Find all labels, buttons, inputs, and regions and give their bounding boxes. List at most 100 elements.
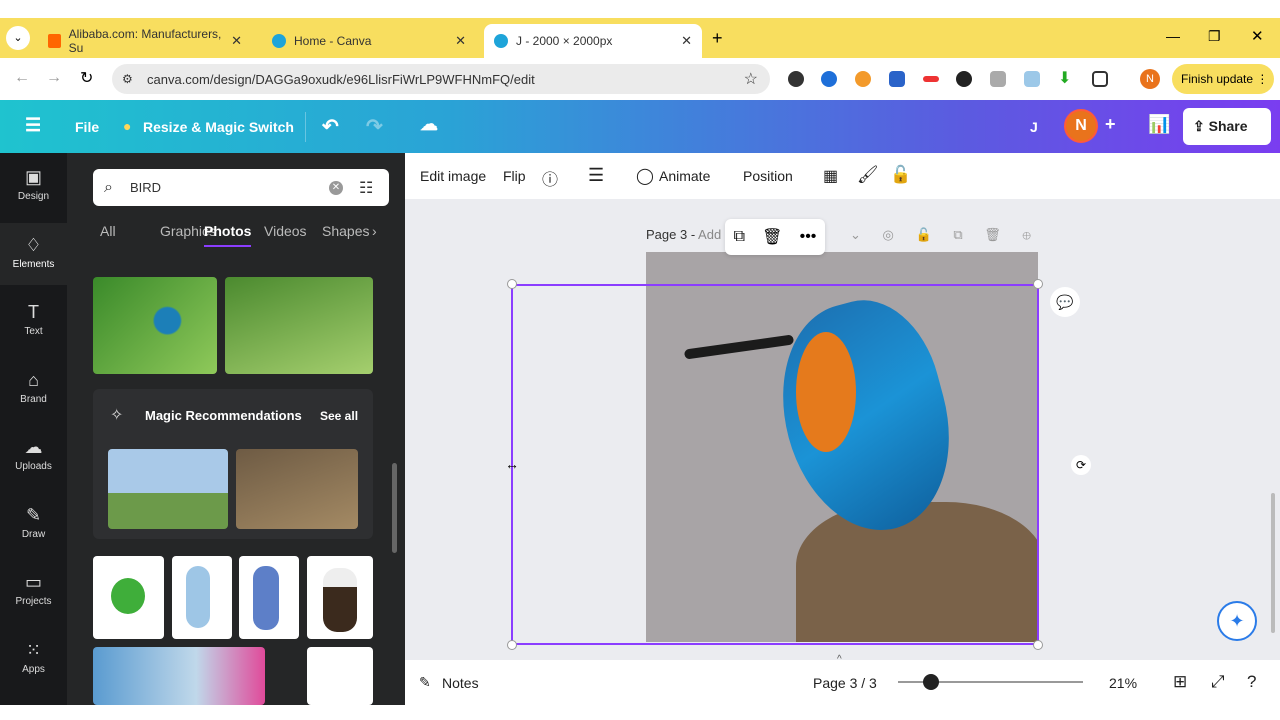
help-icon[interactable]: ? xyxy=(1247,672,1256,692)
info-icon[interactable]: ⓘ xyxy=(542,166,558,190)
add-collaborator-icon[interactable]: + xyxy=(1105,114,1116,135)
rail-apps[interactable]: ⁙ Apps xyxy=(0,628,67,690)
rail-draw[interactable]: ✎ Draw xyxy=(0,493,67,555)
finish-update-button[interactable]: Finish update ⋮ xyxy=(1172,64,1274,94)
bookmark-star-icon[interactable]: ☆ xyxy=(744,69,758,89)
photo-blue-jay[interactable] xyxy=(239,556,299,639)
see-all-link[interactable]: See all xyxy=(320,409,358,423)
zoom-slider-knob[interactable] xyxy=(923,674,940,690)
chevron-right-icon[interactable]: › xyxy=(372,223,377,239)
extension-icon[interactable] xyxy=(855,71,871,87)
comment-icon[interactable]: 💬 xyxy=(1050,287,1080,317)
rail-uploads[interactable]: ☁ Uploads xyxy=(0,425,67,487)
resize-handle[interactable] xyxy=(507,279,517,289)
extension-icon[interactable] xyxy=(1024,71,1040,87)
forward-icon[interactable]: → xyxy=(46,69,62,87)
photo-eagle[interactable] xyxy=(307,556,373,639)
reload-icon[interactable]: ↻ xyxy=(80,68,93,88)
menu-icon[interactable]: ☰ xyxy=(25,115,41,136)
back-icon[interactable]: ← xyxy=(14,69,30,87)
rail-design[interactable]: ▣ Design xyxy=(0,155,67,217)
notes-button[interactable]: Notes xyxy=(442,675,479,691)
photo-budgie[interactable] xyxy=(172,556,232,639)
resize-handle[interactable] xyxy=(507,640,517,650)
zoom-level[interactable]: 21% xyxy=(1109,675,1137,691)
fullscreen-icon[interactable]: ⤢ xyxy=(1211,672,1225,692)
tab-list-button[interactable]: ⌄ xyxy=(6,26,30,50)
magic-assistant-button[interactable]: ✦ xyxy=(1217,601,1257,641)
lock-page-icon[interactable]: 🔓 xyxy=(916,227,932,242)
extension-icon[interactable] xyxy=(788,71,804,87)
delete-icon[interactable]: 🗑 xyxy=(762,227,782,247)
site-info-icon[interactable]: ⚙ xyxy=(122,72,133,86)
photo-birds-on-branch[interactable] xyxy=(225,277,373,374)
close-tab-icon[interactable]: ✕ xyxy=(455,33,466,49)
resize-handle[interactable] xyxy=(1033,640,1043,650)
add-page-icon[interactable]: ⊕ xyxy=(1022,227,1030,242)
redo-icon[interactable]: ↷ xyxy=(366,114,383,139)
extension-icon[interactable] xyxy=(889,71,905,87)
page-title[interactable]: Page 3 - Add xyxy=(646,227,721,242)
chevron-down-icon[interactable]: ⌄ xyxy=(850,227,861,242)
edit-image-button[interactable]: Edit image xyxy=(420,168,486,184)
position-button[interactable]: Position xyxy=(743,168,793,184)
copy-style-icon[interactable]: 🖌 xyxy=(857,165,879,185)
flip-button[interactable]: Flip xyxy=(503,168,526,184)
tab-home-canva[interactable]: Home - Canva ✕ xyxy=(262,24,476,58)
restore-button[interactable]: ❐ xyxy=(1208,28,1221,45)
rail-projects[interactable]: ▭ Projects xyxy=(0,560,67,622)
extensions-puzzle-icon[interactable] xyxy=(1092,71,1108,87)
border-style-icon[interactable]: ☰ xyxy=(588,165,604,186)
file-menu[interactable]: File xyxy=(75,119,99,135)
rail-brand[interactable]: ⌂ Brand xyxy=(0,358,67,420)
resize-magic-switch-button[interactable]: Resize & Magic Switch xyxy=(143,119,294,135)
user-avatar[interactable]: N xyxy=(1064,109,1098,143)
new-tab-button[interactable]: + xyxy=(712,28,723,49)
photo-hummingbird[interactable] xyxy=(93,647,265,705)
tab-design[interactable]: J - 2000 × 2000px ✕ xyxy=(484,24,702,58)
tab-alibaba[interactable]: Alibaba.com: Manufacturers, Su ✕ xyxy=(38,24,252,58)
photo-cockatoo[interactable] xyxy=(307,647,373,705)
hide-page-icon[interactable]: ◎ xyxy=(883,227,894,242)
photo-fox[interactable] xyxy=(236,449,358,529)
minimize-button[interactable]: — xyxy=(1166,28,1180,44)
canvas-scrollbar[interactable] xyxy=(1271,493,1275,633)
selection-box[interactable] xyxy=(511,284,1039,645)
grid-view-icon[interactable]: ⊞ xyxy=(1173,672,1187,692)
extension-icon[interactable] xyxy=(923,76,939,82)
tab-all[interactable]: All xyxy=(100,223,116,239)
close-window-button[interactable]: ✕ xyxy=(1251,27,1264,45)
close-tab-icon[interactable]: ✕ xyxy=(231,33,242,49)
duplicate-page-icon[interactable]: ⧉ xyxy=(953,227,962,242)
lock-icon[interactable]: 🔓 xyxy=(890,165,911,185)
rail-elements[interactable]: ♢ Elements xyxy=(0,223,67,285)
resize-handle[interactable] xyxy=(1033,279,1043,289)
analytics-icon[interactable]: 📊 xyxy=(1148,114,1170,135)
photo-green-parrot[interactable] xyxy=(93,556,164,639)
search-input[interactable]: ⌕ BIRD ✕ ☷ xyxy=(93,169,389,206)
extension-icon[interactable] xyxy=(821,71,837,87)
share-button[interactable]: ⇪ Share xyxy=(1183,108,1271,145)
delete-page-icon[interactable]: 🗑 xyxy=(984,227,1001,242)
animate-button[interactable]: Animate xyxy=(659,168,710,184)
panel-scrollbar[interactable] xyxy=(392,463,397,553)
transparency-icon[interactable]: ▦ xyxy=(823,166,838,186)
url-field[interactable]: ⚙ canva.com/design/DAGGa9oxudk/e96LlisrFi… xyxy=(112,64,770,94)
user-initial[interactable]: J xyxy=(1030,119,1038,135)
more-icon[interactable]: ••• xyxy=(800,228,817,246)
show-pages-chevron-icon[interactable]: ^ xyxy=(837,654,842,665)
rail-text[interactable]: T Text xyxy=(0,290,67,352)
extension-icon[interactable] xyxy=(990,71,1006,87)
extension-icon[interactable] xyxy=(956,71,972,87)
tab-shapes[interactable]: Shapes xyxy=(322,223,369,239)
filter-icon[interactable]: ☷ xyxy=(359,178,373,198)
cloud-saved-icon[interactable]: ☁ xyxy=(420,114,438,135)
duplicate-icon[interactable]: ⧉ xyxy=(734,228,745,246)
add-page-title[interactable]: Add xyxy=(698,227,721,242)
tab-videos[interactable]: Videos xyxy=(264,223,307,239)
photo-kingfisher[interactable] xyxy=(93,277,217,374)
page-indicator[interactable]: Page 3 / 3 xyxy=(813,675,877,691)
photo-vulture[interactable] xyxy=(108,449,228,529)
profile-avatar[interactable]: N xyxy=(1140,69,1160,89)
clear-search-icon[interactable]: ✕ xyxy=(329,180,343,195)
